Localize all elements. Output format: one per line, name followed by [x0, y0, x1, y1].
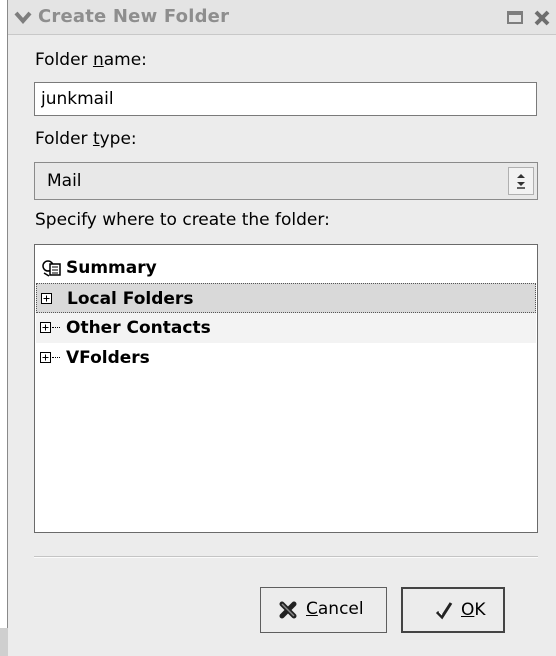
folder-type-select[interactable]: Mail — [34, 162, 538, 200]
folder-type-label: Folder type: — [35, 129, 137, 149]
tree-connector — [52, 327, 60, 328]
cancel-icon — [279, 601, 297, 619]
location-label: Specify where to create the folder: — [35, 210, 330, 230]
tree-connector — [52, 357, 60, 358]
close-icon[interactable] — [533, 10, 551, 26]
tree-item-local-folders[interactable]: Local Folders — [36, 283, 536, 313]
tree-item-summary[interactable]: Summary — [36, 253, 536, 283]
tree-item-label: Other Contacts — [66, 318, 211, 338]
folder-name-input[interactable] — [34, 82, 537, 116]
title-bar[interactable]: Create New Folder — [8, 0, 556, 35]
expand-icon[interactable] — [40, 352, 51, 363]
folder-type-value: Mail — [47, 171, 82, 191]
cancel-button[interactable]: Cancel — [260, 587, 387, 633]
tree-item-label: Local Folders — [67, 289, 194, 309]
expand-icon[interactable] — [40, 322, 51, 333]
window-title: Create New Folder — [38, 6, 230, 27]
ok-label: OK — [461, 600, 486, 620]
folder-type-dropdown-button[interactable] — [508, 167, 534, 195]
separator — [34, 556, 538, 558]
folder-tree[interactable]: Summary Local Folders Other Contacts VFo… — [34, 244, 538, 533]
chevron-down-icon[interactable] — [14, 9, 32, 25]
maximize-icon[interactable] — [507, 11, 523, 24]
tree-item-label: Summary — [66, 258, 157, 278]
create-folder-dialog: Create New Folder Folder name: Folder ty… — [7, 0, 556, 656]
tree-item-label: VFolders — [66, 348, 150, 368]
ok-icon — [435, 602, 453, 620]
tree-item-vfolders[interactable]: VFolders — [36, 343, 536, 373]
summary-icon — [42, 260, 61, 277]
folder-name-label: Folder name: — [35, 50, 147, 70]
spin-arrows-icon — [517, 174, 525, 189]
ok-button[interactable]: OK — [401, 587, 505, 633]
tree-item-other-contacts[interactable]: Other Contacts — [36, 313, 536, 343]
expand-icon[interactable] — [41, 293, 52, 304]
window-edge — [0, 628, 8, 656]
cancel-label: Cancel — [306, 599, 364, 619]
